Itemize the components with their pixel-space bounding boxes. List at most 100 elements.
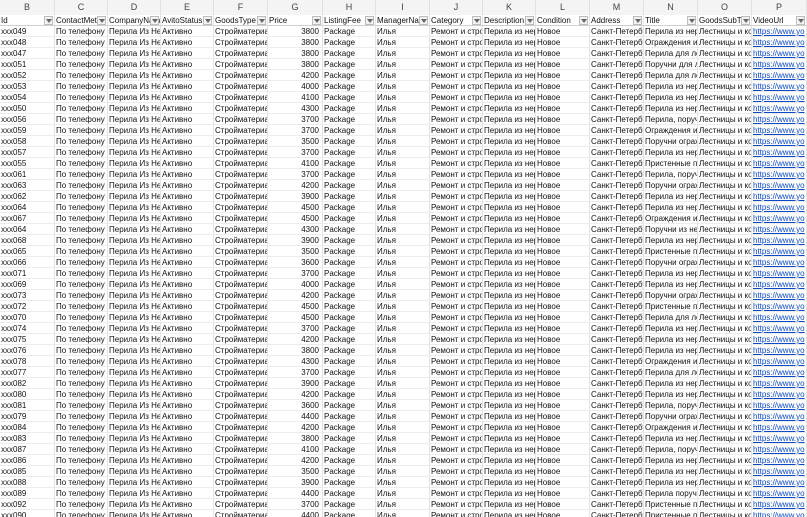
cell-price[interactable]: 3700: [268, 114, 323, 125]
cell-subtype[interactable]: Лестницы и ком: [698, 378, 752, 389]
cell-description[interactable]: Перила из нерж: [483, 334, 536, 345]
cell-manager[interactable]: Илья: [376, 103, 430, 114]
cell-video[interactable]: https://www.yo: [752, 26, 807, 37]
cell-id[interactable]: xxx051: [0, 59, 55, 70]
cell-id[interactable]: xxx092: [0, 499, 55, 510]
filter-dropdown-icon[interactable]: [579, 16, 588, 25]
cell-video[interactable]: https://www.yo: [752, 246, 807, 257]
column-letter-i[interactable]: I: [376, 0, 430, 15]
cell-address[interactable]: Санкт-Петербург: [590, 499, 644, 510]
cell-description[interactable]: Перила из нерж: [483, 26, 536, 37]
cell-price[interactable]: 3900: [268, 378, 323, 389]
cell-category[interactable]: Ремонт и строи: [430, 356, 483, 367]
cell-id[interactable]: xxx064: [0, 202, 55, 213]
cell-contact[interactable]: По телефону и с: [55, 26, 108, 37]
cell-video[interactable]: https://www.yo: [752, 477, 807, 488]
cell-title[interactable]: Перила из нерж: [644, 81, 698, 92]
cell-description[interactable]: Перила из нерж: [483, 499, 536, 510]
cell-subtype[interactable]: Лестницы и ком: [698, 510, 752, 517]
cell-subtype[interactable]: Лестницы и ком: [698, 26, 752, 37]
cell-id[interactable]: xxx050: [0, 103, 55, 114]
cell-manager[interactable]: Илья: [376, 433, 430, 444]
cell-contact[interactable]: По телефону и с: [55, 444, 108, 455]
cell-company[interactable]: Перила Из Нерж: [108, 235, 161, 246]
cell-goods-type[interactable]: Стройматериал: [214, 301, 268, 312]
cell-goods-type[interactable]: Стройматериал: [214, 488, 268, 499]
filter-dropdown-icon[interactable]: [203, 16, 212, 25]
cell-manager[interactable]: Илья: [376, 180, 430, 191]
cell-company[interactable]: Перила Из Нерж: [108, 224, 161, 235]
cell-category[interactable]: Ремонт и строи: [430, 389, 483, 400]
cell-description[interactable]: Перила из нерж: [483, 125, 536, 136]
cell-manager[interactable]: Илья: [376, 279, 430, 290]
cell-manager[interactable]: Илья: [376, 70, 430, 81]
cell-status[interactable]: Активно: [161, 103, 214, 114]
cell-condition[interactable]: Новое: [536, 103, 590, 114]
cell-category[interactable]: Ремонт и строи: [430, 312, 483, 323]
cell-company[interactable]: Перила Из Нерж: [108, 191, 161, 202]
cell-id[interactable]: xxx057: [0, 147, 55, 158]
filter-dropdown-icon[interactable]: [472, 16, 481, 25]
cell-title[interactable]: Поручни из нерж: [644, 224, 698, 235]
cell-condition[interactable]: Новое: [536, 510, 590, 517]
cell-manager[interactable]: Илья: [376, 499, 430, 510]
cell-condition[interactable]: Новое: [536, 268, 590, 279]
cell-condition[interactable]: Новое: [536, 114, 590, 125]
cell-title[interactable]: Перила из нерж: [644, 455, 698, 466]
cell-manager[interactable]: Илья: [376, 323, 430, 334]
cell-description[interactable]: Перила из нерж: [483, 422, 536, 433]
cell-id[interactable]: xxx070: [0, 312, 55, 323]
cell-title[interactable]: Перила из нерж: [644, 389, 698, 400]
cell-manager[interactable]: Илья: [376, 466, 430, 477]
cell-status[interactable]: Активно: [161, 290, 214, 301]
cell-condition[interactable]: Новое: [536, 257, 590, 268]
cell-condition[interactable]: Новое: [536, 323, 590, 334]
cell-video[interactable]: https://www.yo: [752, 356, 807, 367]
cell-video[interactable]: https://www.yo: [752, 510, 807, 517]
cell-price[interactable]: 4200: [268, 180, 323, 191]
cell-goods-type[interactable]: Стройматериал: [214, 257, 268, 268]
cell-company[interactable]: Перила Из Нерж: [108, 510, 161, 517]
cell-price[interactable]: 3500: [268, 136, 323, 147]
cell-contact[interactable]: По телефону и с: [55, 510, 108, 517]
cell-subtype[interactable]: Лестницы и ком: [698, 488, 752, 499]
cell-subtype[interactable]: Лестницы и ком: [698, 367, 752, 378]
cell-company[interactable]: Перила Из Нерж: [108, 268, 161, 279]
cell-manager[interactable]: Илья: [376, 235, 430, 246]
cell-company[interactable]: Перила Из Нерж: [108, 455, 161, 466]
cell-fee[interactable]: Package: [323, 147, 376, 158]
cell-price[interactable]: 4100: [268, 92, 323, 103]
cell-address[interactable]: Санкт-Петербург: [590, 466, 644, 477]
cell-id[interactable]: xxx066: [0, 257, 55, 268]
cell-subtype[interactable]: Лестницы и ком: [698, 411, 752, 422]
cell-status[interactable]: Активно: [161, 202, 214, 213]
cell-address[interactable]: Санкт-Петербург: [590, 246, 644, 257]
cell-fee[interactable]: Package: [323, 257, 376, 268]
cell-company[interactable]: Перила Из Нерж: [108, 59, 161, 70]
cell-address[interactable]: Санкт-Петербург: [590, 433, 644, 444]
cell-manager[interactable]: Илья: [376, 455, 430, 466]
cell-category[interactable]: Ремонт и строи: [430, 26, 483, 37]
column-letter-p[interactable]: P: [752, 0, 807, 15]
cell-id[interactable]: xxx062: [0, 191, 55, 202]
cell-manager[interactable]: Илья: [376, 169, 430, 180]
cell-price[interactable]: 4200: [268, 290, 323, 301]
cell-manager[interactable]: Илья: [376, 191, 430, 202]
cell-address[interactable]: Санкт-Петербург: [590, 411, 644, 422]
cell-fee[interactable]: Package: [323, 312, 376, 323]
cell-condition[interactable]: Новое: [536, 488, 590, 499]
cell-subtype[interactable]: Лестницы и ком: [698, 477, 752, 488]
cell-video[interactable]: https://www.yo: [752, 158, 807, 169]
cell-id[interactable]: xxx084: [0, 422, 55, 433]
cell-status[interactable]: Активно: [161, 301, 214, 312]
cell-manager[interactable]: Илья: [376, 37, 430, 48]
cell-contact[interactable]: По телефону и с: [55, 180, 108, 191]
cell-condition[interactable]: Новое: [536, 70, 590, 81]
cell-condition[interactable]: Новое: [536, 422, 590, 433]
filter-dropdown-icon[interactable]: [257, 16, 266, 25]
cell-subtype[interactable]: Лестницы и ком: [698, 103, 752, 114]
cell-description[interactable]: Перила из нерж: [483, 279, 536, 290]
cell-contact[interactable]: По телефону и с: [55, 268, 108, 279]
cell-fee[interactable]: Package: [323, 81, 376, 92]
cell-price[interactable]: 3800: [268, 433, 323, 444]
